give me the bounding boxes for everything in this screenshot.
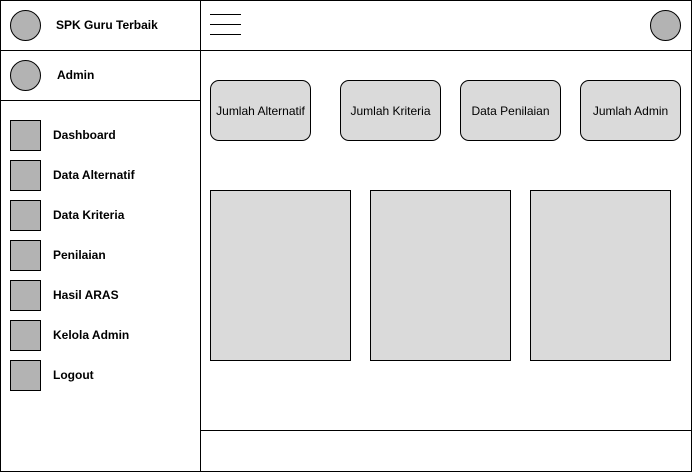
content-panel-1 [210, 190, 351, 361]
sidebar-item-label[interactable]: Penilaian [53, 248, 106, 262]
content-panel-3 [530, 190, 671, 361]
user-divider [0, 100, 201, 101]
content-panel-2 [370, 190, 511, 361]
hamburger-menu-icon[interactable] [210, 14, 241, 36]
user-avatar-icon [10, 60, 41, 91]
sidebar-item-label[interactable]: Logout [53, 368, 94, 382]
user-name: Admin [57, 68, 95, 82]
penilaian-icon [10, 240, 41, 271]
card-jumlah-admin[interactable]: Jumlah Admin [580, 80, 681, 141]
hasil-icon [10, 280, 41, 311]
sidebar-item-label[interactable]: Dashboard [53, 128, 116, 142]
sidebar-item-label[interactable]: Kelola Admin [53, 328, 129, 342]
app-title: SPK Guru Terbaik [56, 18, 158, 32]
profile-avatar-icon[interactable] [650, 10, 681, 41]
admin-icon [10, 320, 41, 351]
sidebar-item-label[interactable]: Data Alternatif [53, 168, 135, 182]
footer [201, 431, 690, 470]
logout-icon [10, 360, 41, 391]
circle-logo-icon [10, 10, 41, 41]
card-data-penilaian[interactable]: Data Penilaian [460, 80, 561, 141]
card-jumlah-alternatif[interactable]: Jumlah Alternatif [210, 80, 311, 141]
sidebar-divider [200, 0, 201, 472]
dashboard-icon [10, 120, 41, 151]
sidebar-item-label[interactable]: Hasil ARAS [53, 288, 119, 302]
alternatif-icon [10, 160, 41, 191]
card-jumlah-kriteria[interactable]: Jumlah Kriteria [340, 80, 441, 141]
kriteria-icon [10, 200, 41, 231]
brand-divider [0, 50, 692, 51]
sidebar-item-label[interactable]: Data Kriteria [53, 208, 124, 222]
